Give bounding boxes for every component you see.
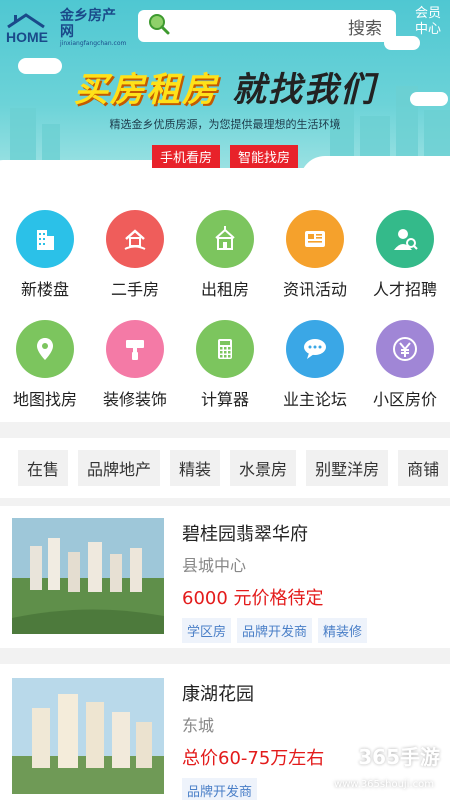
listing-tag: 精装修: [318, 618, 368, 643]
filter-chip[interactable]: 在售: [18, 450, 69, 486]
filter-chip[interactable]: 品牌地产: [78, 450, 161, 486]
search-placeholder: 搜索: [348, 18, 382, 39]
listing-image[interactable]: [12, 518, 164, 634]
slogan-part2: 就找我们: [232, 70, 376, 110]
hero-banner[interactable]: HOME 金乡房产网 jinxiangfangchan.com 搜索 会员 中心…: [0, 0, 450, 190]
member-center-label: 中心: [414, 22, 441, 37]
listing-area: 东城: [182, 716, 215, 735]
chat-bubble-icon: [286, 320, 344, 378]
listing-image[interactable]: [12, 678, 164, 794]
banner-slogan: 买房租房 就找我们: [0, 62, 450, 111]
listing-tag: 品牌开发商: [182, 778, 258, 800]
category-map-search[interactable]: 地图找房: [0, 320, 90, 410]
listing-price: 总价60-75万左右: [182, 748, 325, 769]
listing-tag: 学区房: [182, 618, 232, 643]
news-icon: [286, 210, 344, 268]
category-grid: 新楼盘 二手房 出租房 资讯活动 人才招聘 地图找房 装修装饰 计算器 业主论坛…: [0, 190, 450, 422]
category-label: 地图找房: [12, 390, 77, 409]
listing-title[interactable]: 碧桂园翡翠华府: [182, 520, 367, 546]
category-label: 资讯活动: [282, 280, 347, 299]
search-icon: [148, 13, 170, 39]
rental-building-icon: [196, 210, 254, 268]
category-forum[interactable]: 业主论坛: [270, 320, 360, 410]
watermark: 365手游: [324, 738, 440, 772]
member-center-label: 会员: [414, 6, 441, 21]
watermark-logo-icon: [324, 738, 354, 772]
member-center-button[interactable]: 会员 中心: [408, 6, 448, 38]
category-label: 二手房: [110, 280, 159, 299]
listing-card[interactable]: 碧桂园翡翠华府 县城中心 6000 元价格待定 学区房 品牌开发商 精装修: [0, 506, 450, 648]
banner-subtitle: 精选金乡优质房源，为您提供最理想的生活环境: [109, 118, 341, 131]
category-calculator[interactable]: 计算器: [180, 320, 270, 410]
category-decoration[interactable]: 装修装饰: [90, 320, 180, 410]
svg-text:HOME: HOME: [6, 29, 48, 45]
paint-roller-icon: [106, 320, 164, 378]
category-label: 小区房价: [372, 390, 437, 409]
listing-title[interactable]: 康湖花园: [182, 680, 324, 706]
slogan-part1: 买房租房: [74, 70, 218, 110]
watermark-url: www.365shouji.com: [334, 779, 434, 790]
calculator-icon: [196, 320, 254, 378]
filter-chip-bar: 在售 品牌地产 精装 水景房 别墅洋房 商铺: [0, 438, 450, 498]
house-hand-icon: [106, 210, 164, 268]
filter-chip[interactable]: 水景房: [230, 450, 297, 486]
logo-text: 金乡房产网: [60, 8, 116, 40]
category-recruit[interactable]: 人才招聘: [360, 210, 450, 300]
listing-area: 县城中心: [182, 556, 247, 575]
mobile-view-tag[interactable]: 手机看房: [151, 145, 220, 168]
category-community-price[interactable]: 小区房价: [360, 320, 450, 410]
map-pin-icon: [16, 320, 74, 378]
recruit-person-icon: [376, 210, 434, 268]
smart-search-tag[interactable]: 智能找房: [230, 145, 299, 168]
logo-url: jinxiangfangchan.com: [60, 40, 127, 47]
filter-chip[interactable]: 商铺: [398, 450, 449, 486]
search-bar[interactable]: 搜索: [138, 10, 396, 42]
filter-chip[interactable]: 别墅洋房: [306, 450, 389, 486]
listing-price: 6000 元价格待定: [182, 588, 324, 609]
filter-chip[interactable]: 精装: [170, 450, 221, 486]
category-rental[interactable]: 出租房: [180, 210, 270, 300]
category-label: 装修装饰: [102, 390, 167, 409]
listing-tag: 品牌开发商: [237, 618, 313, 643]
building-icon: [16, 210, 74, 268]
site-logo[interactable]: HOME 金乡房产网 jinxiangfangchan.com: [4, 8, 128, 47]
yuan-coin-icon: [376, 320, 434, 378]
category-second-hand[interactable]: 二手房: [90, 210, 180, 300]
app-screen: HOME 金乡房产网 jinxiangfangchan.com 搜索 会员 中心…: [0, 0, 450, 800]
category-label: 业主论坛: [282, 390, 347, 409]
watermark-text: 365手游: [358, 744, 440, 769]
category-label: 出租房: [200, 280, 249, 299]
category-label: 计算器: [200, 390, 249, 409]
category-new-homes[interactable]: 新楼盘: [0, 210, 90, 300]
category-label: 新楼盘: [20, 280, 69, 299]
home-logo-icon: HOME: [4, 11, 58, 45]
category-label: 人才招聘: [372, 280, 437, 299]
category-news[interactable]: 资讯活动: [270, 210, 360, 300]
